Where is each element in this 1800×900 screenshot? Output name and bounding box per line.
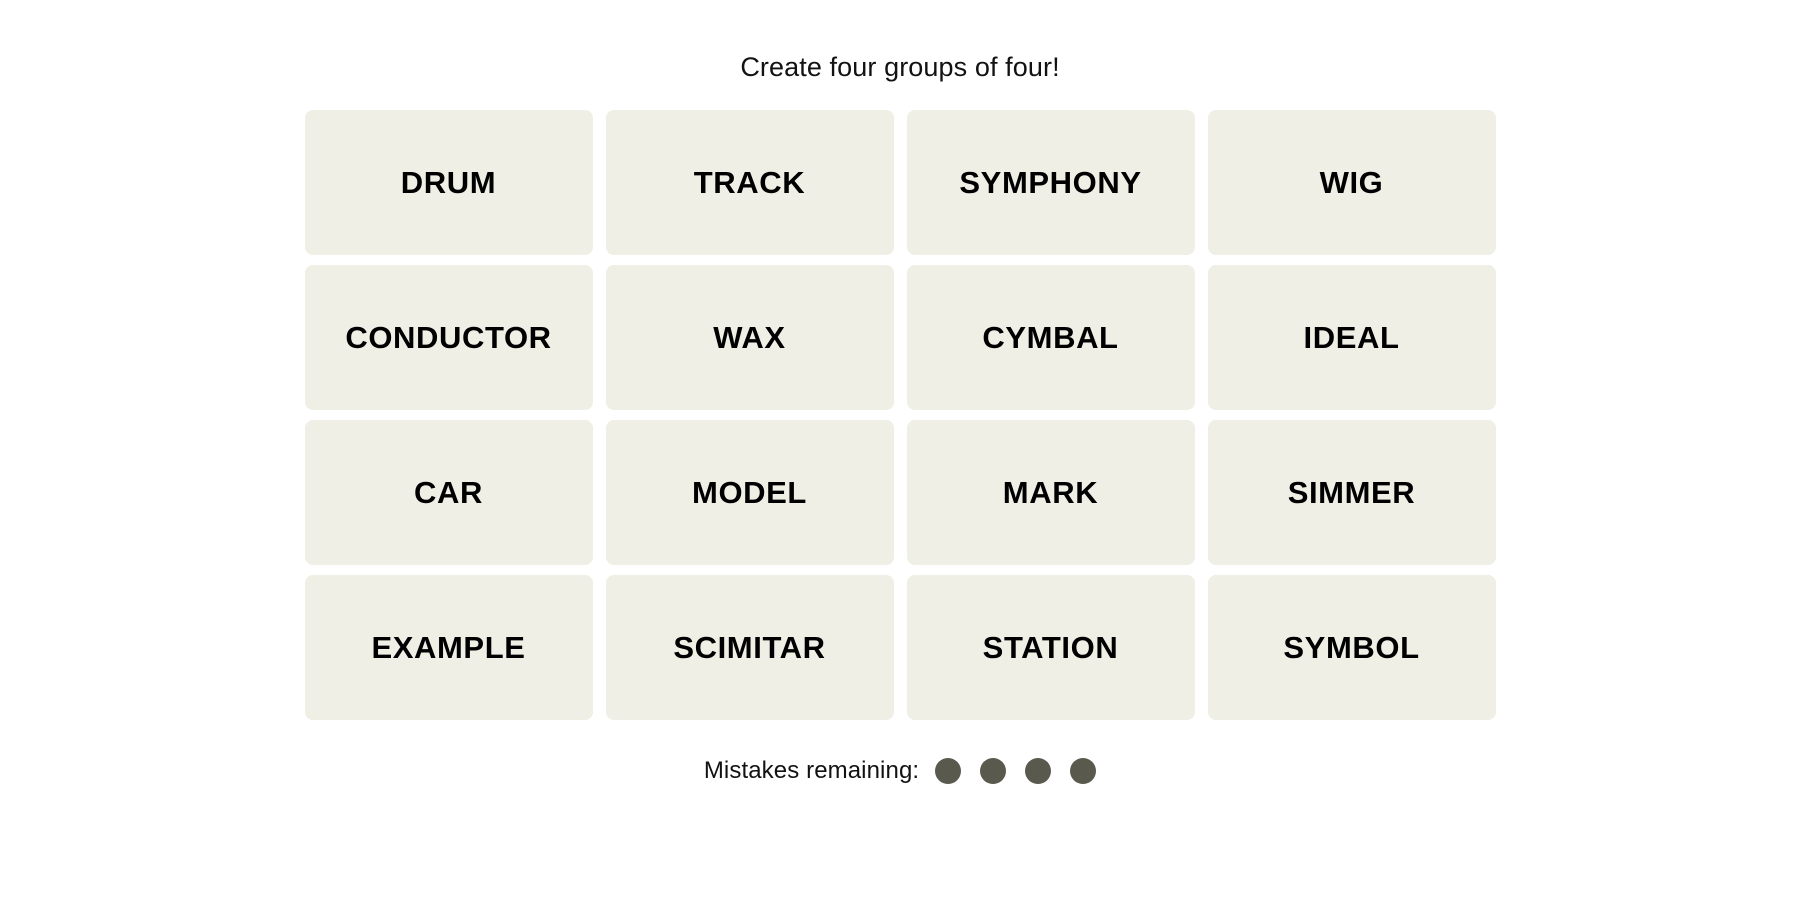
word-tile[interactable]: IDEAL	[1207, 265, 1496, 410]
word-tile-label: SIMMER	[1287, 475, 1416, 510]
word-tile-label: CAR	[414, 475, 483, 510]
word-tile-label: SCIMITAR	[673, 630, 826, 665]
word-tile-label: MARK	[1002, 475, 1099, 510]
mistake-dot-1	[935, 758, 962, 784]
word-tile-label: MODEL	[692, 475, 807, 510]
word-tile[interactable]: EXAMPLE	[304, 575, 593, 720]
word-tile[interactable]: SCIMITAR	[605, 575, 894, 720]
word-tile[interactable]: TRACK	[605, 110, 894, 255]
word-tile[interactable]: CYMBAL	[906, 265, 1195, 410]
word-tile-label: EXAMPLE	[371, 630, 526, 665]
mistake-dot-3	[1025, 758, 1052, 784]
mistake-dots-group	[935, 758, 1097, 784]
mistake-dot-2	[980, 758, 1007, 784]
title-area: Create four groups of four!	[0, 47, 1800, 87]
mistakes-remaining-label: Mistakes remaining:	[703, 757, 920, 784]
word-tile[interactable]: CONDUCTOR	[304, 265, 593, 410]
tile-grid: DRUM TRACK SYMPHONY WIG CONDUCTOR WAX CYMBAL ID…	[304, 110, 1496, 720]
connections-game: Create four groups of four! DRUM TRACK SYM…	[0, 0, 1800, 900]
word-tile-label: STATION	[982, 630, 1119, 665]
word-tile[interactable]: CAR	[304, 420, 593, 565]
word-tile-label: IDEAL	[1303, 320, 1400, 355]
word-tile[interactable]: DRUM	[304, 110, 593, 255]
word-tile[interactable]: SYMPHONY	[906, 110, 1195, 255]
word-tile-label: WIG	[1319, 165, 1384, 200]
word-tile-label: TRACK	[693, 165, 806, 200]
board-container: DRUM TRACK SYMPHONY WIG CONDUCTOR WAX CYMBAL ID…	[300, 110, 1500, 720]
mistakes-bar: Mistakes remaining:	[703, 751, 1097, 791]
word-tile[interactable]: WAX	[605, 265, 894, 410]
word-tile[interactable]: MODEL	[605, 420, 894, 565]
word-tile[interactable]: MARK	[906, 420, 1195, 565]
word-tile-label: DRUM	[400, 165, 497, 200]
word-tile[interactable]: SYMBOL	[1207, 575, 1496, 720]
mistake-dot-4	[1070, 758, 1097, 784]
word-tile-label: CONDUCTOR	[345, 320, 552, 355]
word-tile-label: SYMPHONY	[959, 165, 1142, 200]
word-tile-label: SYMBOL	[1283, 630, 1420, 665]
word-tile-label: WAX	[713, 320, 786, 355]
word-tile[interactable]: SIMMER	[1207, 420, 1496, 565]
word-tile[interactable]: WIG	[1207, 110, 1496, 255]
word-tile-label: CYMBAL	[982, 320, 1119, 355]
page-title: Create four groups of four!	[740, 52, 1060, 82]
word-tile[interactable]: STATION	[906, 575, 1195, 720]
